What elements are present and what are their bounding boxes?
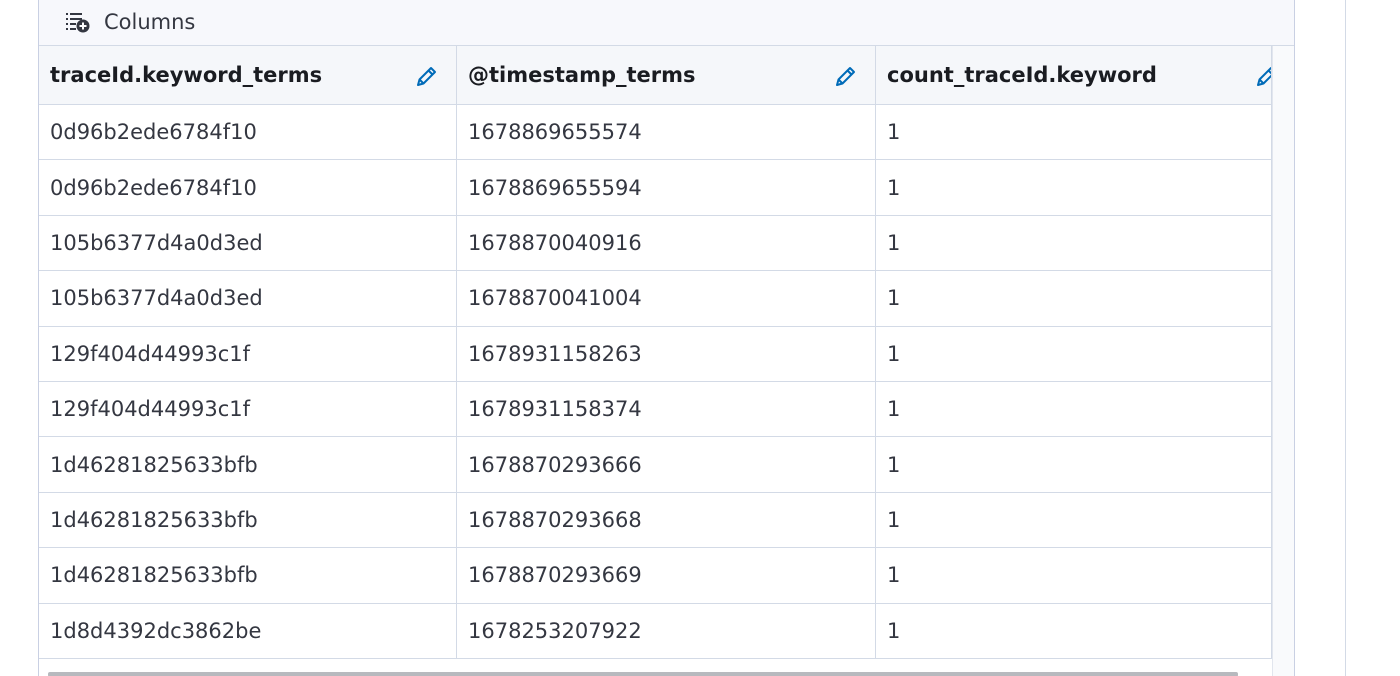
table-row: 129f404d44993c1f 1678931158263 1 <box>39 326 1272 382</box>
cell-timestamp[interactable]: 1678870293668 <box>457 492 876 548</box>
cell-count[interactable]: 1 <box>876 271 1272 326</box>
cell-timestamp[interactable]: 1678870041004 <box>457 271 876 326</box>
cell-timestamp[interactable]: 1678870040916 <box>457 215 876 271</box>
cell-traceid[interactable]: 105b6377d4a0d3ed <box>39 271 457 326</box>
cell-traceid[interactable]: 0d96b2ede6784f10 <box>39 160 457 215</box>
cell-timestamp[interactable]: 1678931158263 <box>457 326 876 381</box>
column-header-label: traceId.keyword_terms <box>50 63 323 87</box>
pencil-icon[interactable] <box>1253 64 1272 90</box>
cell-timestamp[interactable]: 1678869655574 <box>457 105 876 160</box>
cell-timestamp[interactable]: 1678870293669 <box>457 548 876 603</box>
cell-count[interactable]: 1 <box>876 215 1272 271</box>
column-header-label: count_traceId.keyword <box>887 63 1157 87</box>
table-row: 0d96b2ede6784f10 1678869655594 1 <box>39 160 1272 216</box>
table-row: 1d8d4392dc3862be 1678253207922 1 <box>39 603 1272 659</box>
pencil-icon[interactable] <box>832 64 858 90</box>
header-row: traceId.keyword_terms @timestamp_terms c… <box>39 46 1272 105</box>
pencil-icon[interactable] <box>413 64 439 90</box>
column-header-traceid[interactable]: traceId.keyword_terms <box>39 46 457 104</box>
cell-timestamp[interactable]: 1678869655594 <box>457 160 876 215</box>
column-header-timestamp[interactable]: @timestamp_terms <box>457 46 876 104</box>
column-header-count[interactable]: count_traceId.keyword <box>876 46 1272 104</box>
columns-plus-icon <box>66 12 90 32</box>
horizontal-scrollbar[interactable] <box>48 672 1238 676</box>
columns-label: Columns <box>104 9 196 34</box>
grid-toolbar: Columns <box>39 0 1294 46</box>
cell-count[interactable]: 1 <box>876 326 1272 381</box>
cell-traceid[interactable]: 1d46281825633bfb <box>39 548 457 603</box>
cell-traceid[interactable]: 129f404d44993c1f <box>39 381 457 437</box>
cell-count[interactable]: 1 <box>876 603 1272 658</box>
divider <box>1345 0 1346 676</box>
cell-traceid[interactable]: 1d46281825633bfb <box>39 492 457 548</box>
cell-count[interactable]: 1 <box>876 381 1272 437</box>
columns-button[interactable]: Columns <box>65 10 195 34</box>
cell-timestamp[interactable]: 1678253207922 <box>457 603 876 658</box>
cell-count[interactable]: 1 <box>876 437 1272 492</box>
cell-timestamp[interactable]: 1678931158374 <box>457 381 876 437</box>
data-grid: traceId.keyword_terms @timestamp_terms c… <box>39 46 1272 659</box>
cell-count[interactable]: 1 <box>876 548 1272 603</box>
column-header-label: @timestamp_terms <box>468 63 696 87</box>
cell-count[interactable]: 1 <box>876 105 1272 160</box>
table-row: 1d46281825633bfb 1678870293669 1 <box>39 548 1272 604</box>
cell-traceid[interactable]: 1d46281825633bfb <box>39 437 457 492</box>
cell-traceid[interactable]: 0d96b2ede6784f10 <box>39 105 457 160</box>
table-row: 0d96b2ede6784f10 1678869655574 1 <box>39 105 1272 161</box>
cell-count[interactable]: 1 <box>876 160 1272 215</box>
cell-traceid[interactable]: 1d8d4392dc3862be <box>39 603 457 658</box>
table-row: 105b6377d4a0d3ed 1678870040916 1 <box>39 215 1272 272</box>
cell-traceid[interactable]: 105b6377d4a0d3ed <box>39 215 457 271</box>
table-row: 105b6377d4a0d3ed 1678870041004 1 <box>39 271 1272 327</box>
cell-count[interactable]: 1 <box>876 492 1272 548</box>
cell-traceid[interactable]: 129f404d44993c1f <box>39 326 457 381</box>
table-row: 1d46281825633bfb 1678870293668 1 <box>39 492 1272 549</box>
grid-scroll-gutter <box>1272 46 1294 676</box>
data-grid-panel: Columns traceId.keyword_terms @timestamp… <box>38 0 1295 676</box>
table-row: 1d46281825633bfb 1678870293666 1 <box>39 437 1272 493</box>
table-row: 129f404d44993c1f 1678931158374 1 <box>39 381 1272 438</box>
page: Columns traceId.keyword_terms @timestamp… <box>0 0 1400 676</box>
cell-timestamp[interactable]: 1678870293666 <box>457 437 876 492</box>
